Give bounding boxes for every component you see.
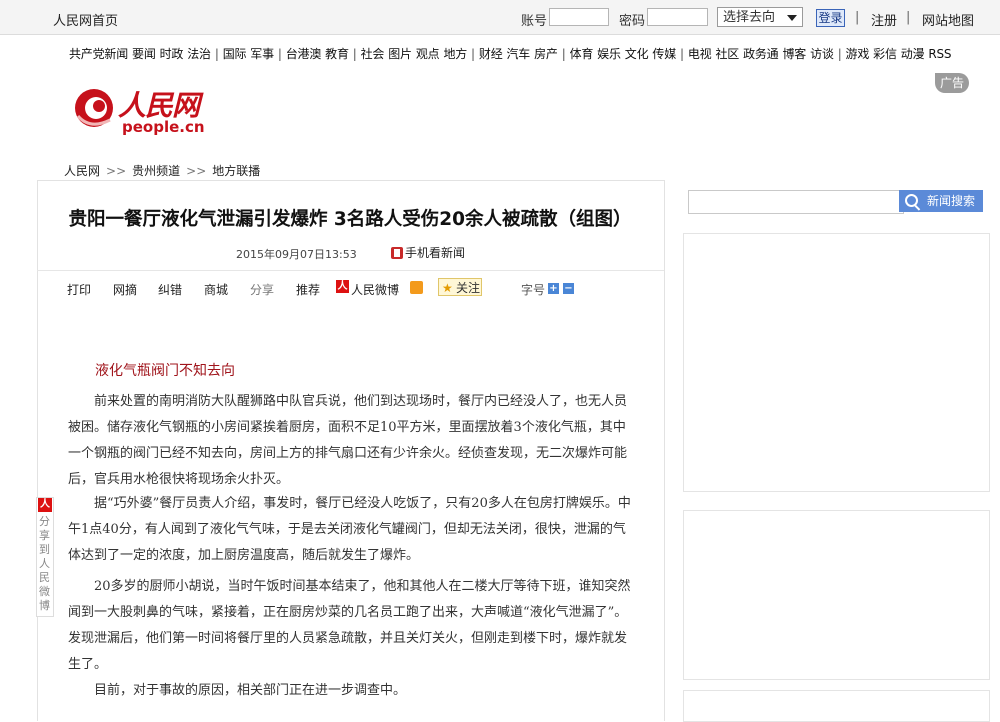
nav-separator: | xyxy=(277,47,282,61)
mall-link[interactable]: 商城 xyxy=(204,281,228,298)
nav-item[interactable]: 传媒 xyxy=(652,47,676,61)
mobile-news-label: 手机看新闻 xyxy=(405,246,466,260)
mobile-news-link[interactable]: 手机看新闻 xyxy=(391,244,465,261)
nav-separator: | xyxy=(561,47,566,61)
article-title: 贵阳一餐厅液化气泄漏引发爆炸 3名路人受伤20余人被疏散（组图） xyxy=(68,209,632,230)
weibo-icon[interactable]: 人 xyxy=(336,280,349,293)
password-input[interactable] xyxy=(647,8,708,26)
star-icon: ★ xyxy=(442,281,453,295)
nav-item[interactable]: 教育 xyxy=(325,47,349,61)
chevron-down-icon xyxy=(787,15,797,21)
account-label: 账号 xyxy=(521,14,548,29)
register-link[interactable]: 注册 xyxy=(871,10,897,29)
logo-subtext: people.cn xyxy=(122,118,205,136)
news-search-label: 新闻搜索 xyxy=(927,194,976,208)
account-input[interactable] xyxy=(549,8,609,26)
divider xyxy=(37,270,664,271)
nav-item[interactable]: 房产 xyxy=(534,47,558,61)
news-search-input[interactable] xyxy=(688,190,904,214)
nav-item[interactable]: 访谈 xyxy=(810,47,834,61)
nav-separator: | xyxy=(837,47,842,61)
top-bar: 人民网首页 账号 密码 选择去向 登录 | 注册 | 网站地图 xyxy=(0,0,1000,35)
nav-item[interactable]: 地方 xyxy=(443,47,467,61)
nav-item[interactable]: 法治 xyxy=(187,47,211,61)
nav-item[interactable]: 游戏 xyxy=(846,47,870,61)
correction-link[interactable]: 纠错 xyxy=(158,281,182,298)
logo-emblem-icon xyxy=(75,89,113,127)
font-increase-icon[interactable]: + xyxy=(548,283,559,294)
nav-item[interactable]: 图片 xyxy=(388,47,412,61)
password-label: 密码 xyxy=(619,14,646,29)
nav-item[interactable]: 时政 xyxy=(160,47,184,61)
destination-select[interactable]: 选择去向 xyxy=(717,7,803,27)
people-logo[interactable]: 人民网 people.cn xyxy=(72,82,212,138)
nav-item[interactable]: 社会 xyxy=(361,47,385,61)
recommend-link[interactable]: 推荐 xyxy=(296,281,320,298)
nav-item[interactable]: 文化 xyxy=(625,47,649,61)
sitemap-link[interactable]: 网站地图 xyxy=(922,10,974,29)
channel-nav: 共产党新闻 要闻 时政 法治 | 国际 军事 | 台港澳 教育 | 社会 图片 观点 地方 | 财经 汽车 房产 | 体… xyxy=(69,45,969,62)
breadcrumb-sep: >> xyxy=(186,164,207,178)
nav-item[interactable]: 彩信 xyxy=(873,47,897,61)
destination-select-value: 选择去向 xyxy=(723,10,776,25)
font-decrease-icon[interactable]: − xyxy=(563,283,574,294)
ad-badge[interactable]: 广告 xyxy=(935,73,969,93)
breadcrumb-channel[interactable]: 贵州频道 xyxy=(132,164,180,178)
article-paragraph: 前来处置的南明消防大队醒狮路中队官兵说，他们到达现场时，餐厅内已经没人了，也无人… xyxy=(68,394,628,487)
nav-item[interactable]: 要闻 xyxy=(132,47,156,61)
sidebar-panel xyxy=(683,510,990,680)
nav-item[interactable]: 国际 xyxy=(223,47,247,61)
article-date: 2015年09月07日13:53 xyxy=(236,248,357,261)
search-icon xyxy=(905,194,918,207)
weibo-icon: 人 xyxy=(38,498,52,512)
nav-item[interactable]: 财经 xyxy=(479,47,503,61)
follow-label: 关注 xyxy=(456,281,481,295)
login-button[interactable]: 登录 xyxy=(816,9,845,27)
sidebar-panel xyxy=(683,690,990,722)
nav-separator: | xyxy=(471,47,475,61)
article-paragraph: 目前，对于事故的原因，相关部门正在进一步调查中。 xyxy=(94,683,407,698)
sidebar-panel xyxy=(683,233,990,492)
nav-item[interactable]: RSS xyxy=(928,47,951,61)
nav-item[interactable]: 军事 xyxy=(250,47,274,61)
share-to-weibo-label: 分享到人民微博 xyxy=(39,515,50,612)
home-link[interactable]: 人民网首页 xyxy=(53,10,118,29)
nav-item[interactable]: 共产党新闻 xyxy=(69,47,128,61)
rss-icon[interactable] xyxy=(410,281,423,294)
follow-button[interactable]: ★ 关注 xyxy=(438,278,482,296)
nav-item[interactable]: 汽车 xyxy=(507,47,531,61)
news-search-button[interactable]: 新闻搜索 xyxy=(899,190,983,212)
phone-icon xyxy=(391,247,403,259)
share-to-weibo-sidebar[interactable]: 人 分享到人民微博 xyxy=(36,497,54,617)
share-link[interactable]: 分享 xyxy=(250,281,274,298)
nav-separator: | xyxy=(214,47,219,61)
nav-item[interactable]: 体育 xyxy=(570,47,594,61)
font-size-label: 字号 xyxy=(521,283,546,297)
nav-item[interactable]: 动漫 xyxy=(901,47,925,61)
nav-item[interactable]: 电视 xyxy=(688,47,712,61)
breadcrumb-section[interactable]: 地方联播 xyxy=(212,164,260,178)
nav-separator: | xyxy=(680,47,684,61)
nav-separator: | xyxy=(352,47,357,61)
breadcrumb: 人民网 >> 贵州频道 >> 地方联播 xyxy=(64,162,260,179)
nav-item[interactable]: 社区 xyxy=(715,47,739,61)
bookmark-link[interactable]: 网摘 xyxy=(113,281,137,298)
article-subhead: 液化气瓶阀门不知去向 xyxy=(95,363,235,379)
nav-item[interactable]: 政务通 xyxy=(743,47,779,61)
separator: | xyxy=(855,10,860,25)
print-link[interactable]: 打印 xyxy=(67,281,91,298)
weibo-link[interactable]: 人民微博 xyxy=(351,281,399,298)
breadcrumb-home[interactable]: 人民网 xyxy=(64,164,100,178)
breadcrumb-sep: >> xyxy=(106,164,127,178)
nav-item[interactable]: 台港澳 xyxy=(286,47,322,61)
nav-item[interactable]: 娱乐 xyxy=(597,47,621,61)
separator: | xyxy=(906,10,911,25)
article-paragraph: 20多岁的厨师小胡说，当时午饭时间基本结束了，他和其他人在二楼大厅等待下班，谁知… xyxy=(68,579,631,672)
article-paragraph: 据“巧外婆”餐厅员责人介绍，事发时，餐厅已经没人吃饭了，只有20多人在包房打牌娱… xyxy=(68,496,631,563)
nav-item[interactable]: 博客 xyxy=(782,47,806,61)
nav-item[interactable]: 观点 xyxy=(416,47,440,61)
